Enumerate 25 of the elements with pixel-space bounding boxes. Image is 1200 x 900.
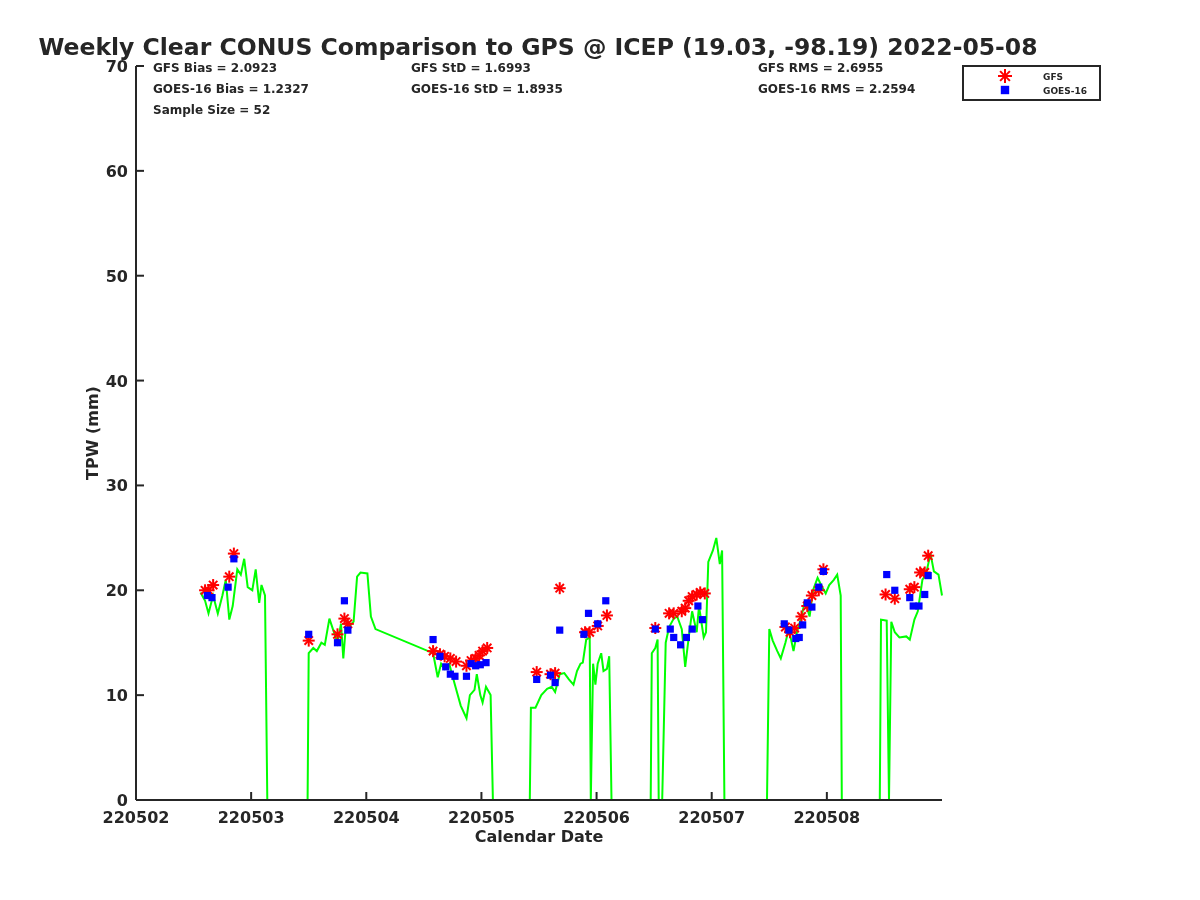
x-tick-label: 220502 [102, 808, 170, 827]
stat-text: GFS RMS = 2.6955 [758, 61, 884, 75]
x-tick-label: 220503 [217, 808, 285, 827]
stat-text: GOES-16 RMS = 2.2594 [758, 82, 916, 96]
stat-text: GOES-16 StD = 1.8935 [411, 82, 563, 96]
y-tick-label: 60 [105, 161, 128, 181]
x-tick-label: 220505 [448, 808, 515, 827]
stat-text: GFS StD = 1.6993 [411, 61, 531, 75]
y-tick-label: 20 [105, 581, 128, 601]
y-tick-label: 0 [116, 791, 128, 810]
x-axis-label: Calendar Date [474, 827, 604, 846]
x-tick-label: 220504 [332, 808, 400, 827]
x-tick-label: 220506 [563, 808, 630, 827]
legend-label: GFS [1043, 71, 1064, 82]
y-tick-label: 40 [105, 371, 128, 391]
x-tick-label: 220507 [678, 808, 746, 827]
y-axis-label: TPW (mm) [83, 386, 102, 480]
stat-text: Sample Size = 52 [153, 103, 271, 117]
legend-label: GOES-16 [1043, 85, 1087, 96]
stat-text: GOES-16 Bias = 1.2327 [153, 82, 309, 96]
stat-text: GFS Bias = 2.0923 [153, 61, 278, 75]
y-tick-label: 50 [105, 266, 128, 286]
x-tick-label: 220508 [793, 808, 861, 827]
y-tick-label: 30 [105, 476, 128, 496]
y-tick-label: 10 [105, 686, 128, 706]
